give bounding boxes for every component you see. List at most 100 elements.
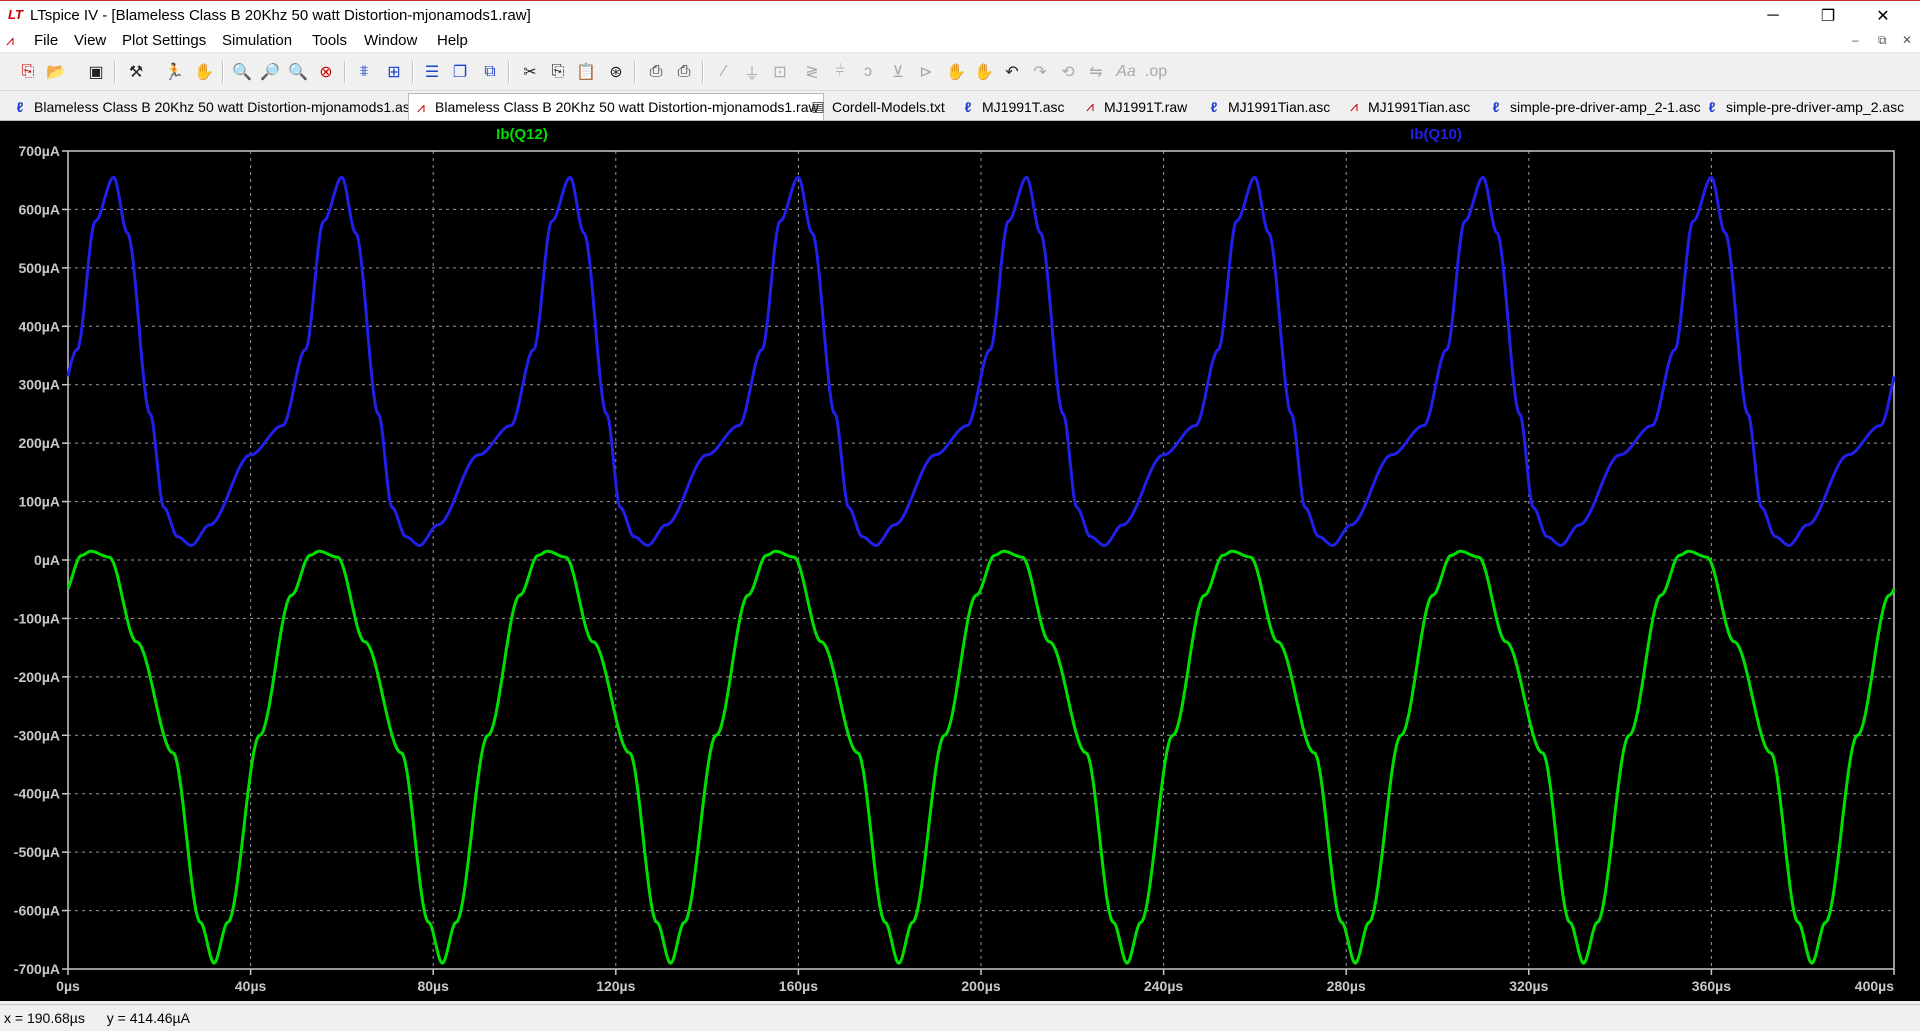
print-icon[interactable]: ⎙ (672, 60, 696, 84)
y-tick-label: -600µA (14, 903, 60, 919)
autorange-icon[interactable]: ⩨ (352, 60, 376, 84)
find-icon[interactable]: ⊛ (604, 60, 628, 84)
drag-icon[interactable]: ✋ (972, 60, 996, 84)
x-tick-label: 240µs (1144, 978, 1183, 994)
tab-label: MJ1991Tian.asc (1368, 98, 1471, 115)
tab-label: Blameless Class B 20Khz 50 watt Distorti… (34, 98, 417, 115)
waveform-chart[interactable]: 700µA 600µA 500µA 400µA 300µA 200µA 100µA 0µA -1… (0, 121, 1920, 1001)
redo-icon[interactable]: ↷ (1028, 60, 1052, 84)
copy-icon[interactable]: ⎘ (546, 60, 570, 84)
undo-icon[interactable]: ↶ (1000, 60, 1024, 84)
waveform-window-icon[interactable]: ⩘ (6, 32, 26, 50)
tab-label: MJ1991Tian.asc (1228, 98, 1331, 115)
mdi-minimize-button[interactable]: – (1852, 33, 1859, 47)
tab-simple-pre-driver-2-1[interactable]: ℓ simple-pre-driver-amp_2-1.asc (1484, 94, 1705, 119)
maximize-button[interactable]: ❐ (1805, 1, 1851, 30)
x-tick-label: 160µs (779, 978, 818, 994)
diode-icon[interactable]: ⊻ (886, 60, 910, 84)
zoom-in-icon[interactable]: 🔍 (230, 60, 254, 84)
new-schematic-icon[interactable]: ⎘ (16, 60, 40, 84)
y-tick-label: -700µA (14, 961, 60, 977)
print-preview-icon[interactable]: ⎙ (644, 60, 668, 84)
mdi-close-button[interactable]: ✕ (1902, 33, 1912, 47)
rotate-icon[interactable]: ⟲ (1056, 60, 1080, 84)
spice-directive-icon[interactable]: .op (1144, 60, 1168, 84)
plot-background (0, 121, 1920, 1001)
x-tick-label: 0µs (56, 978, 80, 994)
zoom-area-icon[interactable]: 🔎 (258, 60, 282, 84)
tab-label: MJ1991T.asc (982, 98, 1065, 115)
tab-blameless-raw[interactable]: ⩘ Blameless Class B 20Khz 50 watt Distor… (408, 93, 824, 120)
document-tab-bar: ℓ Blameless Class B 20Khz 50 watt Distor… (0, 92, 1920, 121)
schematic-icon: ℓ (1210, 98, 1218, 115)
toolbar: ⎘ 📂 ▣ ⚒ 🏃 ✋ 🔍 🔎 🔍 ⊗ ⩨ ⊞ ☰ ❐ ⧉ ✂ ⎘ 📋 ⊛ ⎙ … (0, 53, 1920, 91)
x-tick-label: 120µs (596, 978, 635, 994)
tab-mj1991tian-raw[interactable]: ⩘ MJ1991Tian.asc (1342, 94, 1474, 119)
menu-view[interactable]: View (74, 32, 106, 49)
tile-horizontal-icon[interactable]: ☰ (420, 60, 444, 84)
minimize-button[interactable]: ─ (1750, 1, 1796, 30)
control-panel-icon[interactable]: ⚒ (124, 60, 148, 84)
waveform-icon: ⩘ (417, 98, 425, 115)
menu-tools[interactable]: Tools (312, 32, 347, 49)
ground-icon[interactable]: ⏚ (740, 60, 764, 84)
tab-label: MJ1991T.raw (1104, 98, 1188, 115)
trace-label-ib-q12[interactable]: Ib(Q12) (496, 126, 548, 143)
save-icon[interactable]: ▣ (84, 60, 108, 84)
y-tick-label: -100µA (14, 610, 60, 626)
y-tick-label: 500µA (18, 260, 60, 276)
menu-file[interactable]: File (34, 32, 58, 49)
wire-icon[interactable]: ∕ (712, 60, 736, 84)
label-icon[interactable]: ⊡ (768, 60, 792, 84)
x-tick-label: 200µs (961, 978, 1000, 994)
close-button[interactable]: ✕ (1860, 1, 1906, 30)
menu-simulation[interactable]: Simulation (222, 32, 292, 49)
tab-label: simple-pre-driver-amp_2.asc (1726, 98, 1905, 115)
menu-plot-settings[interactable]: Plot Settings (122, 32, 206, 49)
y-tick-label: -200µA (14, 669, 60, 685)
tab-mj1991t-asc[interactable]: ℓ MJ1991T.asc (956, 94, 1068, 119)
y-tick-label: -300µA (14, 727, 60, 743)
tile-vertical-icon[interactable]: ⧉ (478, 60, 502, 84)
tab-blameless-asc[interactable]: ℓ Blameless Class B 20Khz 50 watt Distor… (8, 94, 421, 119)
paste-icon[interactable]: 📋 (574, 60, 598, 84)
component-icon[interactable]: ⊳ (914, 60, 938, 84)
menu-window[interactable]: Window (364, 32, 417, 49)
move-icon[interactable]: ✋ (944, 60, 968, 84)
open-icon[interactable]: 📂 (44, 60, 68, 84)
tab-mj1991tian-asc[interactable]: ℓ MJ1991Tian.asc (1202, 94, 1334, 119)
tab-label: Cordell-Models.txt (832, 98, 945, 115)
resistor-icon[interactable]: ≷ (800, 60, 824, 84)
trace-label-ib-q10[interactable]: Ib(Q10) (1410, 126, 1462, 143)
zoom-cancel-icon[interactable]: ⊗ (314, 60, 338, 84)
x-tick-label: 280µs (1327, 978, 1366, 994)
plot-settings-icon[interactable]: ⊞ (382, 60, 406, 84)
tab-simple-pre-driver-2[interactable]: ℓ simple-pre-driver-amp_2.asc (1700, 94, 1908, 119)
tab-mj1991t-raw[interactable]: ⩘ MJ1991T.raw (1078, 94, 1191, 119)
inductor-icon[interactable]: ↄ (856, 60, 880, 84)
mirror-icon[interactable]: ⇋ (1084, 60, 1108, 84)
ltspice-logo-icon: LT (8, 7, 23, 22)
run-icon[interactable]: 🏃 (162, 60, 186, 84)
y-tick-label: 700µA (18, 143, 60, 159)
tab-label: simple-pre-driver-amp_2-1.asc (1510, 98, 1701, 115)
y-tick-label: -400µA (14, 786, 60, 802)
halt-icon[interactable]: ✋ (192, 60, 216, 84)
status-bar: x = 190.68µs y = 414.46µA (0, 1004, 1920, 1031)
window-title: LTspice IV - [Blameless Class B 20Khz 50… (30, 7, 531, 24)
mdi-restore-button[interactable]: ⧉ (1878, 33, 1887, 48)
text-icon[interactable]: Aa (1114, 60, 1138, 84)
y-tick-label: -500µA (14, 844, 60, 860)
x-tick-label: 360µs (1692, 978, 1731, 994)
y-readout: y = 414.46µA (106, 1010, 190, 1026)
cut-icon[interactable]: ✂ (518, 60, 542, 84)
x-tick-label: 40µs (235, 978, 267, 994)
tab-cordell-models[interactable]: ▤ Cordell-Models.txt (806, 94, 949, 119)
text-file-icon: ▤ (811, 98, 825, 114)
cascade-icon[interactable]: ❐ (448, 60, 472, 84)
zoom-out-icon[interactable]: 🔍 (286, 60, 310, 84)
waveform-plot-pane[interactable]: 700µA 600µA 500µA 400µA 300µA 200µA 100µA 0µA -1… (0, 121, 1920, 1001)
y-tick-label: 100µA (18, 494, 60, 510)
menu-help[interactable]: Help (437, 32, 468, 49)
capacitor-icon[interactable]: ⫩ (828, 60, 852, 84)
